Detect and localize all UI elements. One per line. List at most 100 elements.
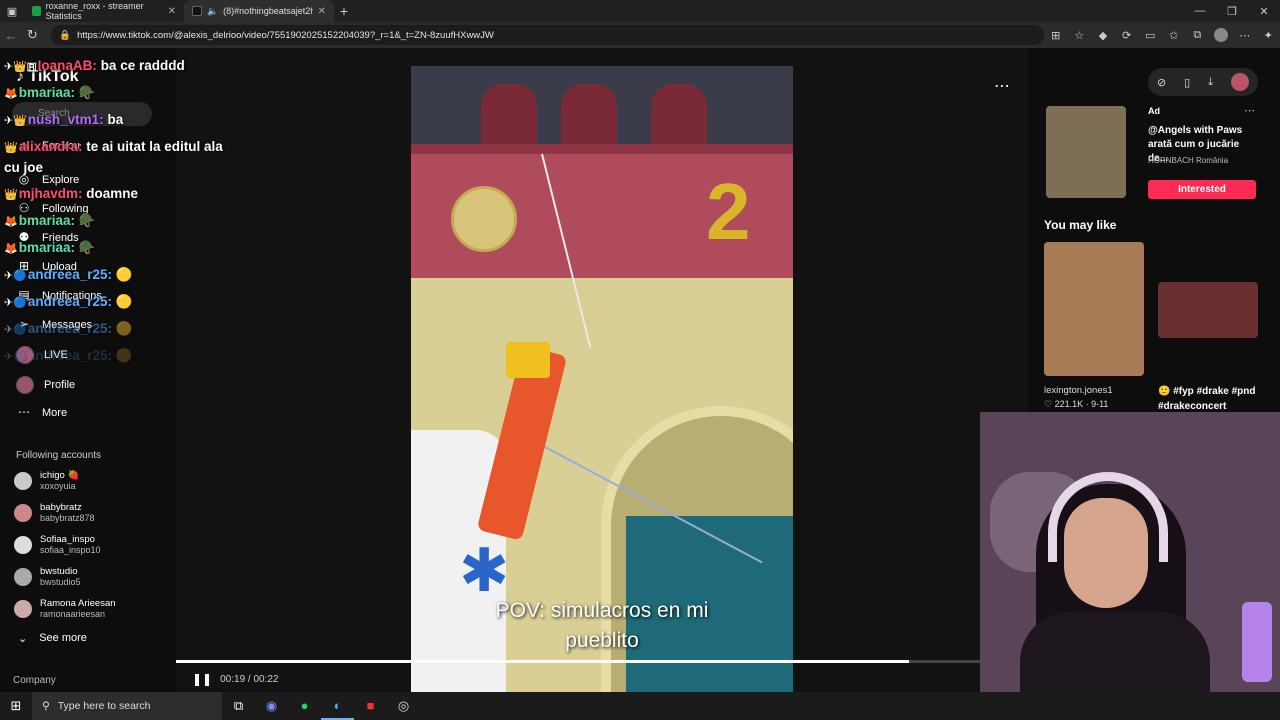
following-accounts-title: Following accounts [16,450,102,461]
account-avatar [14,503,32,522]
restore-icon[interactable]: ❐ [1216,5,1248,18]
collections-icon[interactable]: ⧉ [1186,29,1210,42]
compass-icon[interactable]: ⊘ [1157,76,1166,89]
see-more-button[interactable]: ⌄ See more [18,632,87,645]
video-frame[interactable]: 2 ✱ POV: simulacros en mi pueblito [411,66,793,692]
chat-username: bmariaa: [18,85,75,100]
caption-line: pueblito [565,629,639,652]
following-account[interactable]: bwstudio bwstudio5 [14,566,81,587]
url-text: https://www.tiktok.com/@alexis_delrioo/v… [77,29,494,41]
following-account[interactable]: babybratz babybratz878 [14,502,95,523]
new-tab-button[interactable]: + [334,3,354,19]
statistics-favicon [32,6,41,16]
extension-icon[interactable]: ◆ [1091,29,1115,42]
copilot-icon[interactable]: ✦ [1256,29,1280,42]
chat-badges: ✈👑 [4,115,27,127]
chevron-down-icon: ⌄ [18,633,28,645]
recommended-user[interactable]: lexington.jones1 [1044,385,1113,396]
company-link[interactable]: Company [13,675,56,686]
profile-avatar[interactable] [1214,28,1228,42]
close-tab-icon[interactable]: ✕ [168,6,176,17]
chat-text: ba ce radddd [100,58,185,73]
close-tab-icon[interactable]: ✕ [318,6,326,17]
video-person [561,84,617,148]
following-account[interactable]: Ramona Arieesan ramonaarieesan [14,598,116,619]
discord-icon[interactable]: ◉ [255,692,288,720]
edge-icon[interactable]: ◐ [321,692,354,720]
url-field[interactable]: 🔒 https://www.tiktok.com/@alexis_delrioo… [51,25,1044,45]
chat-text: 🟡 [115,321,133,336]
browser-tab-bar: ▣ roxanne_roxx - streamer Statistics ✕ 🔈… [0,0,1280,22]
account-name: babybratz [40,502,82,513]
chat-badges: 👑 [4,189,18,201]
nav-more[interactable]: ⋯ More [16,405,67,421]
following-account[interactable]: Sofiaa_inspo sofiaa_inspo10 [14,534,101,555]
recommended-stats: ♡ 221.1K · 9-11 [1044,399,1109,409]
obs-icon[interactable]: ◎ [387,692,420,720]
user-avatar[interactable] [1230,73,1249,91]
chat-message: 🦊bmariaa: 🪖 [4,85,96,101]
favorite-star-icon[interactable]: ☆ [1068,29,1092,42]
refresh-icon[interactable]: ↻ [22,27,44,43]
video-progress-bar[interactable] [176,660,1028,663]
chat-badges: ✈🔵 [4,324,27,336]
chat-badges: 🦊 [4,243,18,255]
account-handle: xoxoyuia [40,481,76,491]
taskbar-search-input[interactable]: ⚲ Type here to search [32,692,222,720]
spotify-icon[interactable]: ● [288,692,321,720]
ad-options-icon[interactable]: ⋯ [1244,104,1255,117]
video-decoration: 2 [706,167,751,256]
tab-tiktok[interactable]: 🔈 (8)#nothingbeatsajet2holiday ✕ [184,0,334,22]
streaming-app-icon[interactable]: ■ [354,692,387,720]
download-icon[interactable]: ⤓ [1208,76,1213,89]
recommended-thumbnail[interactable] [1044,242,1144,376]
task-view-icon[interactable]: ⧉ [222,692,255,720]
phone-icon[interactable]: ▯ [1184,76,1190,89]
account-handle: bwstudio5 [40,577,81,587]
you-may-like-title: You may like [1044,218,1117,232]
profile-avatar [16,376,34,394]
refresh-extension-icon[interactable]: ⟳ [1115,29,1139,42]
ad-brand: HORNBACH România [1148,156,1229,165]
video-rail [411,144,793,154]
apps-icon[interactable]: ⊞ [1044,29,1068,42]
chat-text: 🪖 [78,240,96,255]
chat-username: bmariaa: [18,213,75,228]
more-options-icon[interactable]: ⋯ [994,76,1010,96]
chat-badges: ✈👑🇷 [4,61,37,73]
nav-profile[interactable]: Profile [16,376,75,394]
video-person [481,84,537,148]
speaker-icon[interactable]: 🔈 [207,6,218,17]
pause-icon[interactable]: ❚❚ [192,672,212,686]
chat-message: ✈🔵andreea_r25: 🟡 [4,348,133,364]
chat-message: ✈🔵andreea_r25: 🟡 [4,267,133,283]
chat-text: doamne [86,186,138,201]
chat-badges: 🦊 [4,88,18,100]
following-account[interactable]: ichigo 🍓 xoxoyuia [14,470,79,491]
webcam-overlay [980,412,1280,692]
chat-message: ✈👑nush_vtm1: ba [4,112,123,127]
chat-message: ✈🔵andreea_r25: 🟡 [4,294,133,310]
chat-badges: 👑 [4,142,18,154]
close-window-icon[interactable]: ✕ [1248,5,1280,18]
windows-start-icon[interactable]: ⊞ [0,698,32,714]
minimize-icon[interactable]: — [1184,5,1216,18]
recommended-caption[interactable]: 🙂 #fyp #drake #pnd #drakeconcert [1158,384,1268,414]
tab-statistics[interactable]: roxanne_roxx - streamer Statistics ✕ [24,0,184,22]
more-icon: ⋯ [18,405,30,419]
taskbar-search-placeholder: Type here to search [57,700,151,712]
window-menu-icon[interactable]: ▣ [0,0,24,22]
interested-button[interactable]: Interested [1148,180,1256,199]
chat-username: bmariaa: [18,240,75,255]
back-icon[interactable]: ← [0,28,22,43]
split-screen-icon[interactable]: ▭ [1138,29,1162,42]
tab-title: (8)#nothingbeatsajet2holiday [223,6,312,16]
chat-message: ✈👑🇷IoanaAB: ba ce radddd [4,58,185,73]
ad-thumbnail[interactable] [1046,106,1126,198]
chat-text: cu joe [4,160,44,175]
account-avatar [14,535,32,554]
menu-dots-icon[interactable]: ⋯ [1233,29,1257,42]
recommended-thumbnail[interactable] [1158,282,1258,338]
window-controls: — ❐ ✕ [1184,5,1280,18]
favorites-icon[interactable]: ✩ [1162,29,1186,42]
